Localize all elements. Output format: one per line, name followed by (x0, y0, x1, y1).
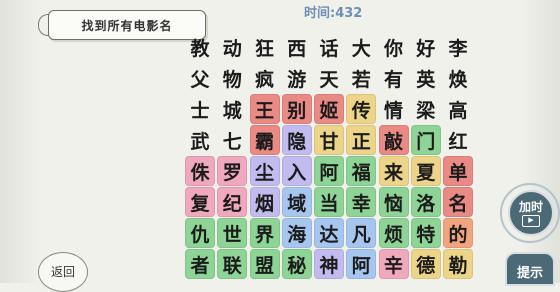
character-grid: 教动狂西话大你好李父物疯游天若有英焕士城王别姬传情梁高武七霸隐甘正敲门红侏罗尘入… (185, 32, 473, 279)
grid-cell[interactable]: 名 (443, 187, 473, 217)
grid-cell[interactable]: 当 (314, 187, 344, 217)
grid-cell[interactable]: 话 (314, 32, 344, 62)
grid-cell[interactable]: 盟 (249, 249, 280, 279)
grid-cell[interactable]: 达 (314, 218, 344, 248)
grid-cell[interactable]: 夏 (410, 156, 441, 186)
grid-cell[interactable]: 世 (217, 218, 248, 248)
grid-cell[interactable]: 七 (217, 125, 247, 155)
grid-cell[interactable]: 福 (346, 156, 377, 186)
grid-cell[interactable]: 界 (249, 218, 280, 248)
grid-cell[interactable]: 辛 (378, 249, 409, 279)
grid-cell[interactable]: 仇 (185, 218, 215, 248)
grid-cell[interactable]: 别 (281, 94, 312, 124)
grid-cell[interactable]: 疯 (250, 63, 280, 93)
grid-cell[interactable]: 你 (379, 32, 409, 62)
grid-cell[interactable]: 好 (411, 32, 441, 62)
grid-cell[interactable]: 纪 (217, 187, 248, 217)
task-title: 找到所有电影名 (81, 18, 173, 33)
grid-cell[interactable]: 情 (379, 94, 409, 124)
grid-cell[interactable]: 天 (314, 63, 344, 93)
grid-cell[interactable]: 父 (185, 63, 215, 93)
grid-cell[interactable]: 物 (217, 63, 247, 93)
grid-cell[interactable]: 王 (249, 94, 280, 124)
grid-cell[interactable]: 烦 (378, 218, 409, 248)
grid-cell[interactable]: 的 (443, 218, 473, 248)
grid-cell[interactable]: 动 (217, 32, 247, 62)
grid-cell[interactable]: 英 (411, 63, 441, 93)
grid-cell[interactable]: 者 (185, 249, 215, 279)
grid-cell[interactable]: 若 (346, 63, 376, 93)
grid-cell[interactable]: 焕 (443, 63, 473, 93)
grid-cell[interactable]: 有 (379, 63, 409, 93)
grid-cell[interactable]: 幸 (346, 187, 377, 217)
grid-cell[interactable]: 单 (443, 156, 473, 186)
grid-cell[interactable]: 秘 (281, 249, 312, 279)
back-label: 返回 (50, 265, 75, 279)
grid-cell[interactable]: 勒 (443, 249, 473, 279)
grid-cell[interactable]: 梁 (411, 94, 441, 124)
grid-cell[interactable]: 阿 (314, 156, 344, 186)
video-ad-icon: ▶ (522, 214, 540, 227)
grid-cell[interactable]: 敲 (378, 125, 409, 155)
grid-cell[interactable]: 大 (346, 32, 376, 62)
hint-label: 提示 (516, 266, 543, 281)
grid-cell[interactable]: 隐 (281, 125, 312, 155)
grid-cell[interactable]: 传 (346, 94, 377, 124)
grid-cell[interactable]: 高 (443, 94, 473, 124)
grid-cell[interactable]: 入 (281, 156, 312, 186)
back-button[interactable]: 返回 (38, 252, 88, 292)
background-shade-left (0, 0, 40, 283)
grid-cell[interactable]: 复 (185, 187, 215, 217)
grid-cell[interactable]: 尘 (249, 156, 280, 186)
grid-cell[interactable]: 门 (410, 125, 441, 155)
grid-cell[interactable]: 烟 (249, 187, 280, 217)
grid-cell[interactable]: 恼 (378, 187, 409, 217)
grid-cell[interactable]: 武 (185, 125, 215, 155)
grid-cell[interactable]: 霸 (249, 125, 280, 155)
grid-cell[interactable]: 海 (281, 218, 312, 248)
grid-cell[interactable]: 甘 (314, 125, 344, 155)
grid-cell[interactable]: 游 (282, 63, 312, 93)
grid-cell[interactable]: 士 (185, 94, 215, 124)
grid-cell[interactable]: 凡 (346, 218, 377, 248)
grid-cell[interactable]: 狂 (250, 32, 280, 62)
grid-cell[interactable]: 德 (410, 249, 441, 279)
grid-cell[interactable]: 联 (217, 249, 248, 279)
task-title-box: 找到所有电影名 (48, 10, 206, 40)
grid-cell[interactable]: 阿 (346, 249, 377, 279)
grid-cell[interactable]: 域 (281, 187, 312, 217)
grid-cell[interactable]: 侏 (185, 156, 215, 186)
grid-cell[interactable]: 罗 (217, 156, 248, 186)
grid-cell[interactable]: 来 (378, 156, 409, 186)
grid-cell[interactable]: 西 (282, 32, 312, 62)
hint-button[interactable]: 提示 (505, 252, 555, 286)
grid-cell[interactable]: 正 (346, 125, 377, 155)
grid-cell[interactable]: 城 (217, 94, 247, 124)
grid-cell[interactable]: 李 (443, 32, 473, 62)
add-time-button[interactable]: 加时 ▶ (508, 190, 554, 236)
grid-cell[interactable]: 特 (410, 218, 441, 248)
timer: 时间:432 (304, 6, 363, 21)
grid-cell[interactable]: 红 (443, 125, 473, 155)
grid-cell[interactable]: 洛 (410, 187, 441, 217)
grid-cell[interactable]: 教 (185, 32, 215, 62)
grid-cell[interactable]: 姬 (314, 94, 344, 124)
grid-cell[interactable]: 神 (314, 249, 344, 279)
add-time-label: 加时 (518, 199, 543, 214)
